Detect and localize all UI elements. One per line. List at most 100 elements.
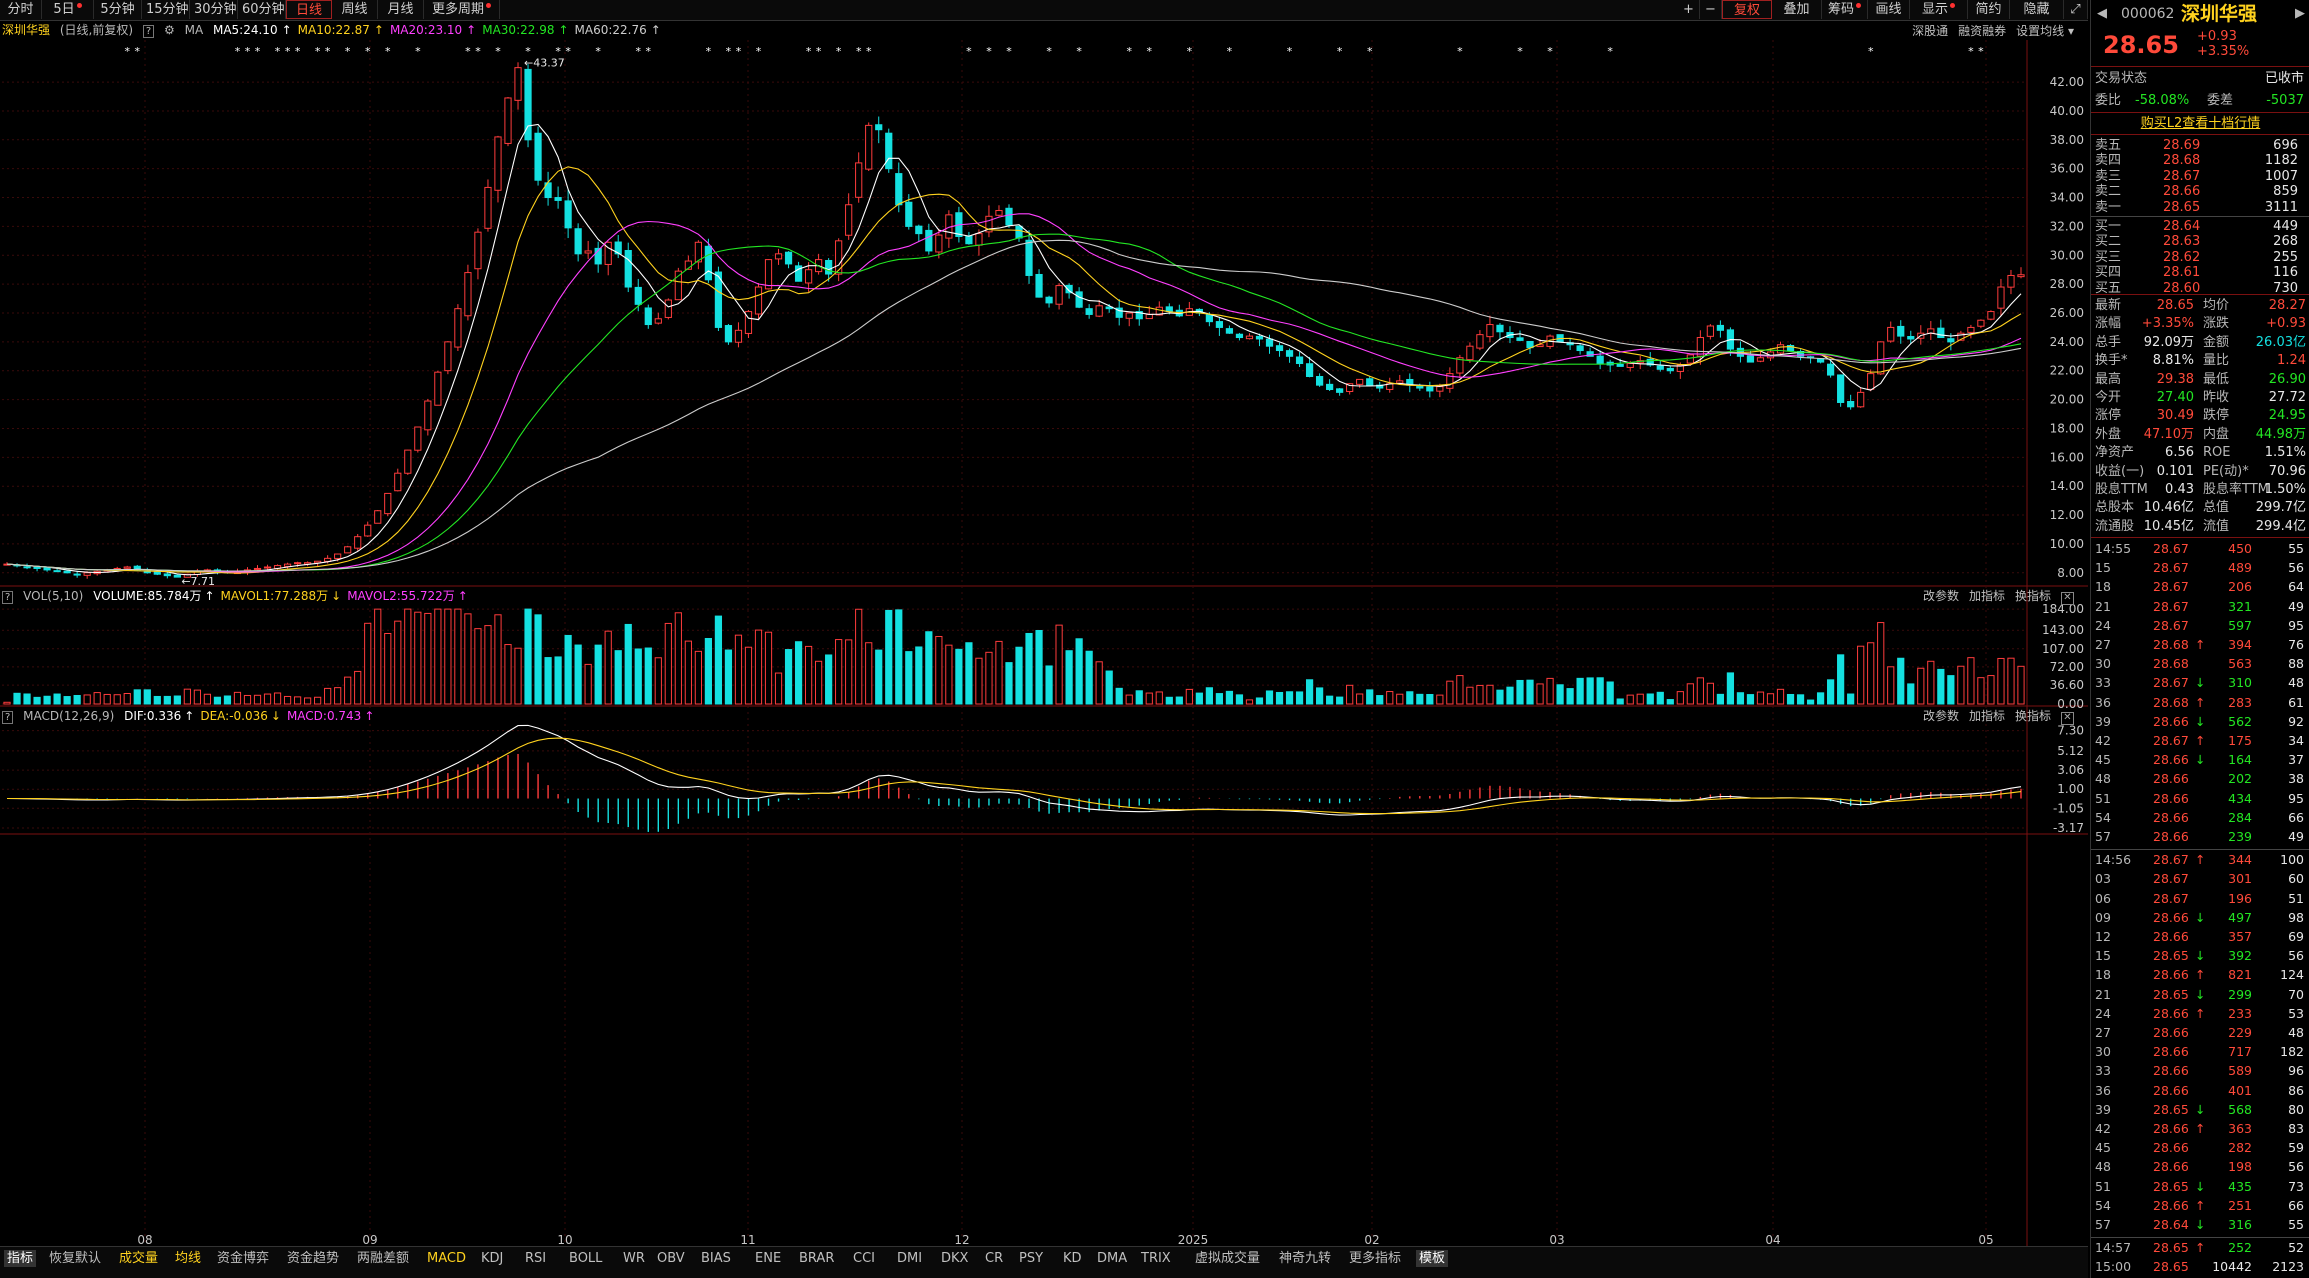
tick-price: 28.66: [2153, 1063, 2189, 1079]
toolbar-tool-button[interactable]: 复权: [1722, 0, 1772, 19]
period-button[interactable]: 30分钟: [190, 0, 238, 19]
panel-tool-link[interactable]: 改参数: [1923, 709, 1959, 723]
indicator-tab[interactable]: 资金趋势: [284, 1250, 342, 1267]
indicator-tab[interactable]: 指标: [4, 1250, 37, 1267]
period-button-label: 15分钟: [146, 2, 189, 17]
trade-status-value: 已收市: [2264, 71, 2304, 86]
panel-tool-link[interactable]: 加指标: [1969, 589, 2005, 603]
tick-count: 49: [2288, 829, 2304, 844]
indicator-tab[interactable]: KD: [1060, 1250, 1085, 1267]
candle-body: [1426, 386, 1434, 392]
period-button[interactable]: 周线: [332, 0, 378, 19]
panel-tool-link[interactable]: 换指标: [2015, 709, 2051, 723]
toolbar-tool-button[interactable]: 叠加: [1772, 0, 1822, 19]
l2-promo-link[interactable]: 购买L2查看十档行情: [2091, 116, 2309, 131]
indicator-tab[interactable]: DMA: [1094, 1250, 1130, 1267]
volume-bar: [53, 693, 61, 705]
indicator-tab[interactable]: 神奇九转: [1276, 1250, 1334, 1267]
tick-count: 95: [2288, 617, 2304, 633]
indicator-tab[interactable]: OBV: [654, 1250, 688, 1267]
l2-promo-row[interactable]: 购买L2查看十档行情: [2091, 116, 2309, 131]
signal-marker: *: [1457, 45, 1463, 58]
trade-status-label: 交易状态: [2095, 71, 2148, 86]
close-icon[interactable]: ✕: [2061, 592, 2074, 605]
indicator-tab[interactable]: 虚拟成交量: [1192, 1250, 1263, 1267]
candle-body: [1716, 324, 1725, 331]
volume-bar: [1035, 629, 1043, 705]
price-high-label: ←43.37: [524, 56, 565, 69]
toolbar-tool-button[interactable]: 隐藏: [2010, 0, 2064, 19]
chart-area[interactable]: 深圳华强 (日线,前复权) ? ⚙ MA MA5:24.10 ↑ MA10:22.8…: [0, 20, 2088, 1260]
tick-count: 98: [2288, 909, 2304, 925]
indicator-tab[interactable]: MACD: [424, 1250, 469, 1267]
tick-time: 14:56: [2095, 852, 2132, 868]
stat-value: 1.51%: [2264, 445, 2306, 461]
indicator-tab[interactable]: DMI: [894, 1250, 925, 1267]
indicator-tab[interactable]: 模板: [1416, 1250, 1449, 1267]
period-button[interactable]: 更多周期: [424, 0, 500, 19]
tick-count: 34: [2288, 733, 2304, 748]
indicator-tab[interactable]: CR: [982, 1250, 1006, 1267]
period-button[interactable]: 分时: [0, 0, 42, 19]
toolbar-tool-button[interactable]: ⤢: [2064, 0, 2088, 19]
next-stock-icon[interactable]: ▶: [2295, 3, 2305, 25]
panel-tool-link[interactable]: 换指标: [2015, 589, 2051, 603]
toolbar-tool-button[interactable]: 筹码: [1822, 0, 1868, 19]
period-button[interactable]: 15分钟: [142, 0, 190, 19]
toolbar-tool-button[interactable]: 显示: [1910, 0, 1968, 19]
toolbar-tool-button[interactable]: 简约: [1968, 0, 2010, 19]
period-button[interactable]: 5分钟: [94, 0, 142, 19]
panel-tool-link[interactable]: 加指标: [1969, 709, 2005, 723]
indicator-tab[interactable]: KDJ: [478, 1250, 506, 1267]
close-panel-icon[interactable]: ?: [2, 591, 14, 604]
indicator-tab[interactable]: DKX: [938, 1250, 971, 1267]
tick-time: 45: [2095, 752, 2111, 768]
period-button[interactable]: 月线: [378, 0, 424, 19]
indicator-tab[interactable]: ENE: [752, 1250, 784, 1267]
tick-time: 15:00: [2095, 1259, 2132, 1275]
ask-row: 卖三 28.67 1007: [2091, 169, 2309, 184]
close-icon[interactable]: ✕: [2061, 712, 2074, 725]
indicator-tab[interactable]: BOLL: [566, 1250, 605, 1267]
ask-volume: 1182: [2264, 153, 2298, 169]
tick-volume: 394: [2228, 637, 2252, 652]
toolbar-tool-button[interactable]: 画线: [1868, 0, 1910, 19]
indicator-tab[interactable]: 更多指标: [1346, 1250, 1404, 1267]
indicator-tab[interactable]: 两融差额: [354, 1250, 412, 1267]
indicator-tab[interactable]: WR: [620, 1250, 648, 1267]
indicator-tab[interactable]: RSI: [522, 1250, 549, 1267]
period-button[interactable]: 5日: [42, 0, 94, 19]
candlestick-chart[interactable]: 42.00 40.00 38.00 36.00 34.00 32.00 30.00 28.00…: [0, 20, 2088, 1246]
volume-bar: [1125, 694, 1133, 705]
period-button[interactable]: 60分钟: [238, 0, 286, 19]
candle-body: [43, 567, 51, 571]
indicator-tab[interactable]: 恢复默认: [46, 1250, 104, 1267]
stat-value: 1.24: [2277, 353, 2306, 369]
tick-volume: 196: [2228, 890, 2252, 906]
tick-count: 124: [2280, 967, 2304, 983]
indicator-tab[interactable]: PSY: [1016, 1250, 1046, 1267]
volume-bar: [454, 608, 462, 705]
tick-price: 28.66: [2153, 929, 2189, 944]
indicator-tab[interactable]: BRAR: [796, 1250, 837, 1267]
prev-stock-icon[interactable]: ◀: [2097, 3, 2107, 25]
period-button[interactable]: 日线: [286, 0, 332, 19]
indicator-tab[interactable]: BIAS: [698, 1250, 734, 1267]
indicator-tab[interactable]: 成交量: [116, 1250, 161, 1267]
volume-panel-header: ? VOL(5,10) VOLUME:85.784万 ↑ MAVOL1:77.288…: [2, 588, 474, 604]
indicator-tab[interactable]: 均线: [172, 1250, 204, 1267]
indicator-tab[interactable]: 资金博弈: [214, 1250, 272, 1267]
ask-volume: 1007: [2264, 168, 2298, 184]
stat-label: 净资产: [2095, 445, 2135, 461]
toolbar-tool-button[interactable]: −: [1700, 0, 1722, 19]
volume-bar: [905, 651, 913, 705]
indicator-tab[interactable]: TRIX: [1138, 1250, 1174, 1267]
panel-tool-link[interactable]: 改参数: [1923, 589, 1959, 603]
tick-time: 18: [2095, 967, 2111, 983]
toolbar-tool-button[interactable]: +: [1678, 0, 1700, 19]
close-panel-icon[interactable]: ?: [2, 711, 14, 724]
candle-body: [1466, 345, 1474, 361]
indicator-tab[interactable]: CCI: [850, 1250, 878, 1267]
tick-row: 15 28.67 489 56: [2091, 560, 2309, 575]
stat-label: 总股本: [2095, 500, 2135, 516]
